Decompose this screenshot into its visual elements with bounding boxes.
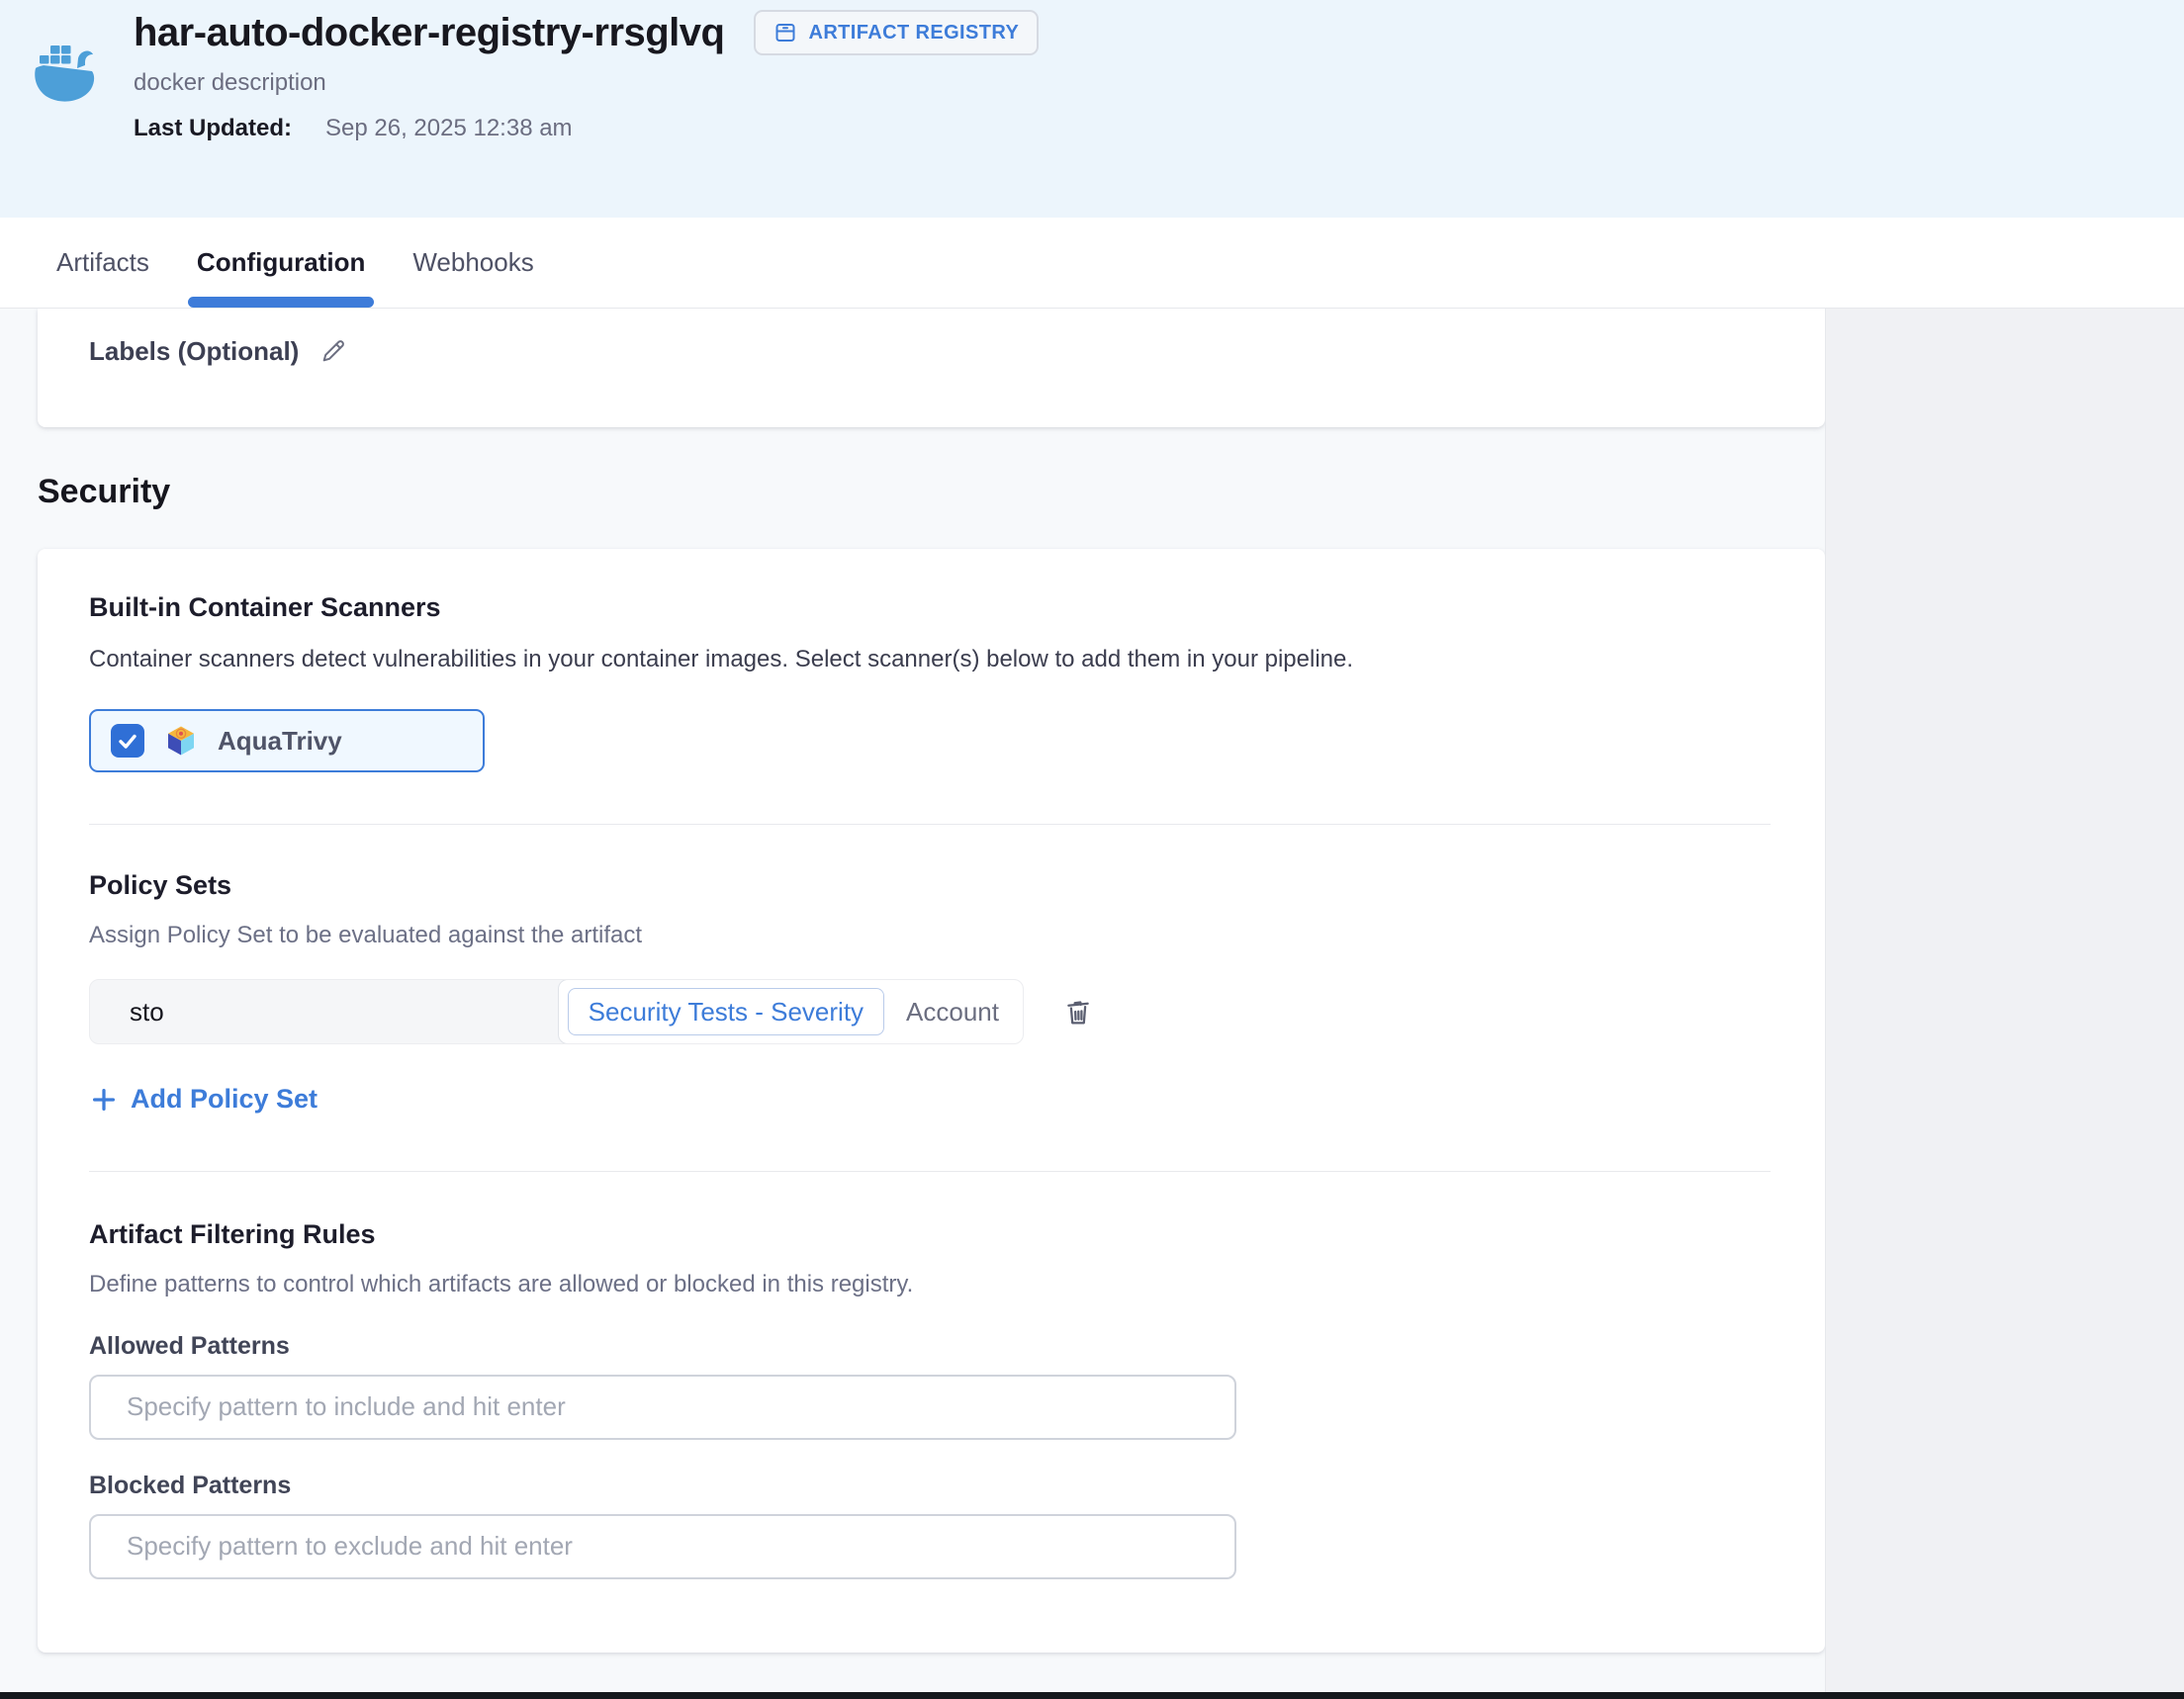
section-divider: [89, 824, 1771, 825]
header-text: har-auto-docker-registry-rrsglvq ARTIFAC…: [134, 10, 1039, 142]
page-title: har-auto-docker-registry-rrsglvq: [134, 11, 724, 55]
active-tab-indicator: [188, 297, 374, 308]
registry-description: docker description: [134, 69, 1039, 97]
scanners-description: Container scanners detect vulnerabilitie…: [89, 644, 1771, 675]
registry-tabs: Artifacts Configuration Webhooks: [0, 218, 2184, 309]
tab-configuration[interactable]: Configuration: [188, 218, 374, 308]
filtering-title: Artifact Filtering Rules: [89, 1217, 1771, 1251]
tab-artifacts-label: Artifacts: [56, 247, 149, 278]
labels-title: Labels (Optional): [89, 336, 299, 367]
docker-icon: [34, 44, 99, 105]
scanner-option-aquatrivy[interactable]: AquaTrivy: [89, 709, 485, 772]
security-heading: Security: [38, 473, 1825, 511]
trash-icon: [1061, 995, 1095, 1028]
trivy-icon: [164, 724, 198, 758]
tab-artifacts[interactable]: Artifacts: [47, 218, 158, 308]
registry-type-badge: ARTIFACT REGISTRY: [754, 10, 1039, 55]
plus-icon: [89, 1085, 119, 1115]
security-card: Built-in Container Scanners Container sc…: [38, 549, 1825, 1653]
blocked-patterns-input[interactable]: [89, 1514, 1236, 1579]
check-icon: [116, 729, 139, 753]
filtering-description: Define patterns to control which artifac…: [89, 1269, 1771, 1300]
policy-sets-title: Policy Sets: [89, 868, 1771, 902]
edit-icon: [319, 337, 347, 365]
delete-policy-set-button[interactable]: [1055, 989, 1101, 1034]
allowed-patterns-input[interactable]: [89, 1375, 1236, 1440]
right-margin: [1827, 309, 2184, 1692]
badge-label: ARTIFACT REGISTRY: [808, 22, 1019, 45]
tab-webhooks-label: Webhooks: [412, 247, 533, 278]
policy-set-row: Security Tests - Severity Account: [89, 979, 1771, 1044]
scanners-title: Built-in Container Scanners: [89, 590, 1771, 624]
policy-sets-description: Assign Policy Set to be evaluated agains…: [89, 920, 1771, 951]
scanner-name: AquaTrivy: [218, 726, 342, 757]
archive-icon: [774, 21, 797, 45]
policy-scope-label: Account: [906, 997, 999, 1028]
last-updated-label: Last Updated:: [134, 115, 292, 142]
policy-tag-group: Security Tests - Severity Account: [558, 979, 1024, 1044]
last-updated-value: Sep 26, 2025 12:38 am: [325, 115, 573, 142]
configuration-content: Labels (Optional) Security Built-in Cont…: [0, 309, 1826, 1692]
aquatrivy-checkbox[interactable]: [111, 724, 144, 758]
blocked-patterns-label: Blocked Patterns: [89, 1472, 1771, 1500]
edit-labels-button[interactable]: [317, 334, 350, 368]
tab-webhooks[interactable]: Webhooks: [404, 218, 542, 308]
add-policy-set-button[interactable]: Add Policy Set: [89, 1084, 318, 1115]
artifact-registry-page: har-auto-docker-registry-rrsglvq ARTIFAC…: [0, 0, 2184, 1699]
policy-search-input[interactable]: [90, 997, 558, 1028]
tab-configuration-label: Configuration: [197, 247, 365, 278]
registry-header: har-auto-docker-registry-rrsglvq ARTIFAC…: [0, 0, 2184, 218]
add-policy-set-label: Add Policy Set: [131, 1084, 318, 1115]
window-bottom-edge: [0, 1692, 2184, 1699]
section-divider: [89, 1171, 1771, 1172]
last-updated-row: Last Updated: Sep 26, 2025 12:38 am: [134, 115, 1039, 142]
labels-card: Labels (Optional): [38, 309, 1825, 427]
policy-set-field[interactable]: Security Tests - Severity Account: [89, 979, 1024, 1044]
policy-set-tag[interactable]: Security Tests - Severity: [568, 988, 884, 1035]
allowed-patterns-label: Allowed Patterns: [89, 1332, 1771, 1361]
